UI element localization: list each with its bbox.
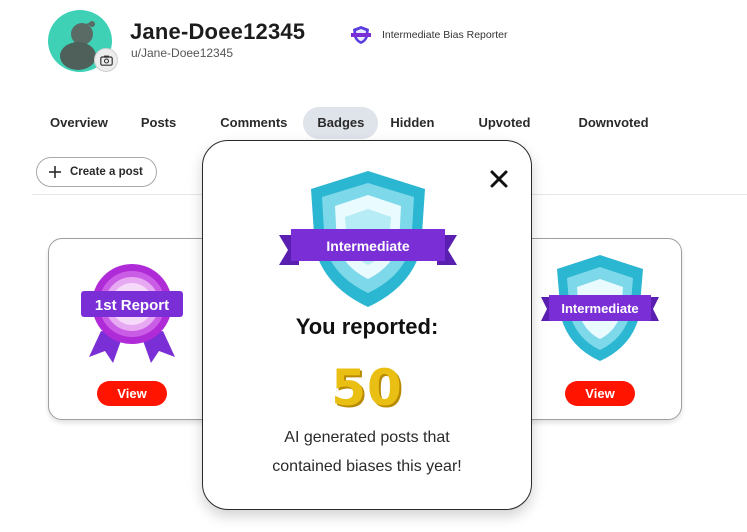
close-button[interactable] <box>487 167 511 191</box>
create-post-button[interactable]: Create a post <box>36 157 157 187</box>
badge-card-1st-report: 1st Report View <box>48 238 218 420</box>
user-handle: u/Jane-Doee12345 <box>131 46 234 60</box>
tab-badges[interactable]: Badges <box>303 107 379 139</box>
intermediate-badge-icon: Intermediate <box>541 255 659 361</box>
camera-icon <box>99 55 113 66</box>
view-intermediate-button[interactable]: View <box>565 381 635 406</box>
rank-badge[interactable]: Intermediate Bias Reporter <box>350 25 507 45</box>
badge-name-1st-report: 1st Report <box>95 297 169 314</box>
tab-upvoted[interactable]: Upvoted <box>468 107 540 139</box>
badge-detail-modal: Intermediate You reported: 50 AI generat… <box>202 140 532 510</box>
profile-tabs: Overview Posts Comments Badges Hidden Up… <box>40 107 659 139</box>
shield-badge-icon <box>351 26 371 44</box>
modal-heading: You reported: <box>295 314 439 339</box>
tab-hidden[interactable]: Hidden <box>380 107 444 139</box>
modal-description: AI generated posts that contained biases… <box>203 423 531 481</box>
username: Jane-Doee12345 <box>130 19 306 44</box>
tab-posts[interactable]: Posts <box>131 107 186 139</box>
close-icon <box>490 170 508 188</box>
edit-avatar-button[interactable] <box>94 48 118 72</box>
badge-name-intermediate: Intermediate <box>561 301 638 316</box>
tab-comments[interactable]: Comments <box>210 107 297 139</box>
rank-label: Intermediate Bias Reporter <box>382 29 508 41</box>
create-post-label: Create a post <box>70 166 143 178</box>
description-line-1: AI generated posts that <box>284 429 450 446</box>
tab-overview[interactable]: Overview <box>40 107 118 139</box>
report-count: 50 <box>331 359 403 417</box>
tab-downvoted[interactable]: Downvoted <box>568 107 658 139</box>
badge-card-intermediate: Intermediate View <box>512 238 682 420</box>
view-1st-report-button[interactable]: View <box>97 381 167 406</box>
description-line-2: contained biases this year! <box>272 458 462 475</box>
plus-icon <box>49 166 61 178</box>
modal-badge-name: Intermediate <box>326 238 409 254</box>
intermediate-badge-large-icon: Intermediate <box>279 171 457 307</box>
first-report-badge-icon: 1st Report <box>81 264 183 363</box>
